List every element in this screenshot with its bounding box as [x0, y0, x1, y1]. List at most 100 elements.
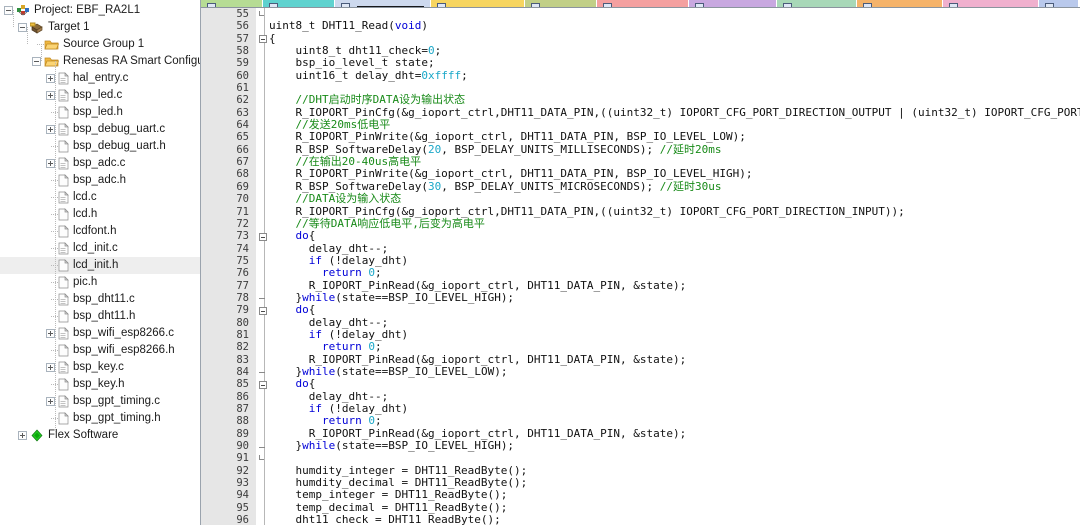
c-file-icon: [58, 361, 69, 374]
tree-item-label: bsp_debug_uart.h: [73, 140, 166, 152]
fold-toggle-icon[interactable]: [259, 232, 267, 241]
c-file-icon: [58, 72, 69, 85]
tree-item-lcdfont-h[interactable]: lcdfont.h: [0, 223, 200, 240]
fold-marker-icon: [259, 454, 267, 463]
tree-item-bsp-adc-c[interactable]: bsp_adc.c: [0, 155, 200, 172]
line-number: 70: [236, 193, 249, 206]
collapse-icon[interactable]: [32, 57, 41, 66]
editor-tab[interactable]: [857, 0, 943, 7]
editor-tab[interactable]: [431, 0, 525, 7]
tree-item-bsp-wifi-esp8266-h[interactable]: bsp_wifi_esp8266.h: [0, 342, 200, 359]
editor-tab[interactable]: [263, 0, 335, 7]
expand-icon[interactable]: [18, 431, 27, 440]
tree-item-bsp-gpt-timing-c[interactable]: bsp_gpt_timing.c: [0, 393, 200, 410]
collapse-icon[interactable]: [18, 23, 27, 32]
line-number: 72: [236, 217, 249, 230]
expand-icon[interactable]: [46, 329, 55, 338]
tree-item-label: lcd.c: [73, 191, 97, 203]
code-area[interactable]: 55 56 uint8_t DHT11_Read(void) 57{58 uint8_…: [201, 8, 1080, 525]
editor-tab[interactable]: [777, 0, 857, 7]
tree-guide: [46, 342, 58, 359]
code-lines[interactable]: 55 56 uint8_t DHT11_Read(void) 57{58 uint8_…: [201, 8, 1080, 525]
tree-connector: [55, 61, 56, 433]
editor-tab-bar[interactable]: [201, 0, 1080, 8]
editor-tab[interactable]: [525, 0, 597, 7]
tree-item-bsp-key-c[interactable]: bsp_key.c: [0, 359, 200, 376]
fold-marker-icon: [259, 368, 267, 376]
expand-icon[interactable]: [46, 74, 55, 83]
line-number: 73: [236, 230, 249, 243]
editor-tab[interactable]: [689, 0, 777, 7]
tree-guide: [46, 308, 58, 325]
line-number: 60: [236, 69, 249, 82]
code-line[interactable]: 96 dht11_check = DHT11_ReadByte();: [201, 513, 1080, 525]
line-number: 59: [236, 57, 249, 70]
tree-item-bsp-wifi-esp8266-c[interactable]: bsp_wifi_esp8266.c: [0, 325, 200, 342]
tree-item-bsp-debug-uart-h[interactable]: bsp_debug_uart.h: [0, 138, 200, 155]
collapse-icon[interactable]: [4, 6, 13, 15]
tree-item-label: bsp_wifi_esp8266.h: [73, 344, 175, 356]
tree-item-renesas-ra-smart-configurator[interactable]: Renesas RA Smart Configurator: [0, 53, 200, 70]
editor-tab[interactable]: [1039, 0, 1079, 7]
expand-icon[interactable]: [46, 159, 55, 168]
tree-item-label: bsp_adc.h: [73, 174, 127, 186]
tree-item-lcd-init-h[interactable]: lcd_init.h: [0, 257, 200, 274]
code-line[interactable]: 56 uint8_t DHT11_Read(void): [201, 20, 1080, 33]
tree-item-lcd-init-c[interactable]: lcd_init.c: [0, 240, 200, 257]
code-line[interactable]: 84 }while(state==BSP_IO_LEVEL_LOW);: [201, 365, 1080, 378]
code-line[interactable]: 90 }while(state==BSP_IO_LEVEL_HIGH);: [201, 439, 1080, 452]
expand-icon[interactable]: [46, 125, 55, 134]
tree-guide: [46, 410, 58, 427]
fold-marker-icon: [259, 10, 267, 19]
folder-icon: [44, 40, 59, 50]
c-file-icon: [58, 327, 69, 340]
tree-guide: [46, 206, 58, 223]
project-explorer-panel: Project: EBF_RA2L1 Target 1 Source Group 1…: [0, 0, 201, 525]
tree-item-bsp-debug-uart-c[interactable]: bsp_debug_uart.c: [0, 121, 200, 138]
line-number: 77: [236, 279, 249, 292]
code-line[interactable]: 60 uint16_t delay_dht=0xffff;: [201, 69, 1080, 82]
editor-tab[interactable]: [201, 0, 263, 7]
tree-item-bsp-led-h[interactable]: bsp_led.h: [0, 104, 200, 121]
tree-guide: [46, 172, 58, 189]
tree-item-bsp-adc-h[interactable]: bsp_adc.h: [0, 172, 200, 189]
tree-item-bsp-dht11-c[interactable]: bsp_dht11.c: [0, 291, 200, 308]
fold-toggle-icon[interactable]: [259, 306, 267, 315]
tree-item-hal-entry-c[interactable]: hal_entry.c: [0, 70, 200, 87]
line-number: 83: [236, 353, 249, 366]
tree-item-project-ebf-ra2l1[interactable]: Project: EBF_RA2L1: [0, 2, 200, 19]
tree-item-bsp-led-c[interactable]: bsp_led.c: [0, 87, 200, 104]
fold-toggle-icon[interactable]: [259, 380, 267, 389]
tree-item-label: lcd.h: [73, 208, 98, 220]
tree-item-bsp-dht11-h[interactable]: bsp_dht11.h: [0, 308, 200, 325]
line-number: 58: [236, 45, 249, 58]
editor-tab[interactable]: [335, 0, 431, 7]
editor-tab[interactable]: [943, 0, 1039, 7]
tree-item-bsp-gpt-timing-h[interactable]: bsp_gpt_timing.h: [0, 410, 200, 427]
expand-icon[interactable]: [46, 363, 55, 372]
tree-item-pic-h[interactable]: pic.h: [0, 274, 200, 291]
code-line[interactable]: 72 //等待DATA响应低电平,后变为高电平: [201, 217, 1080, 230]
tree-item-bsp-key-h[interactable]: bsp_key.h: [0, 376, 200, 393]
tree-guide: [46, 274, 58, 291]
code-line[interactable]: 78 }while(state==BSP_IO_LEVEL_HIGH);: [201, 291, 1080, 304]
tree-item-label: Target 1: [48, 21, 90, 33]
tree-item-lcd-h[interactable]: lcd.h: [0, 206, 200, 223]
editor-tab[interactable]: [597, 0, 689, 7]
line-number: 92: [236, 464, 249, 477]
expand-icon[interactable]: [46, 91, 55, 100]
line-number: 76: [236, 267, 249, 280]
project-tree[interactable]: Project: EBF_RA2L1 Target 1 Source Group 1…: [0, 0, 200, 444]
tree-item-lcd-c[interactable]: lcd.c: [0, 189, 200, 206]
line-number: 64: [236, 119, 249, 132]
fold-toggle-icon[interactable]: [259, 35, 267, 44]
expand-icon[interactable]: [46, 397, 55, 406]
h-file-icon: [58, 344, 69, 357]
tree-item-source-group-1[interactable]: Source Group 1: [0, 36, 200, 53]
tree-item-target-1[interactable]: Target 1: [0, 19, 200, 36]
tree-item-flex-software[interactable]: Flex Software: [0, 427, 200, 444]
line-number: 96: [236, 514, 249, 525]
